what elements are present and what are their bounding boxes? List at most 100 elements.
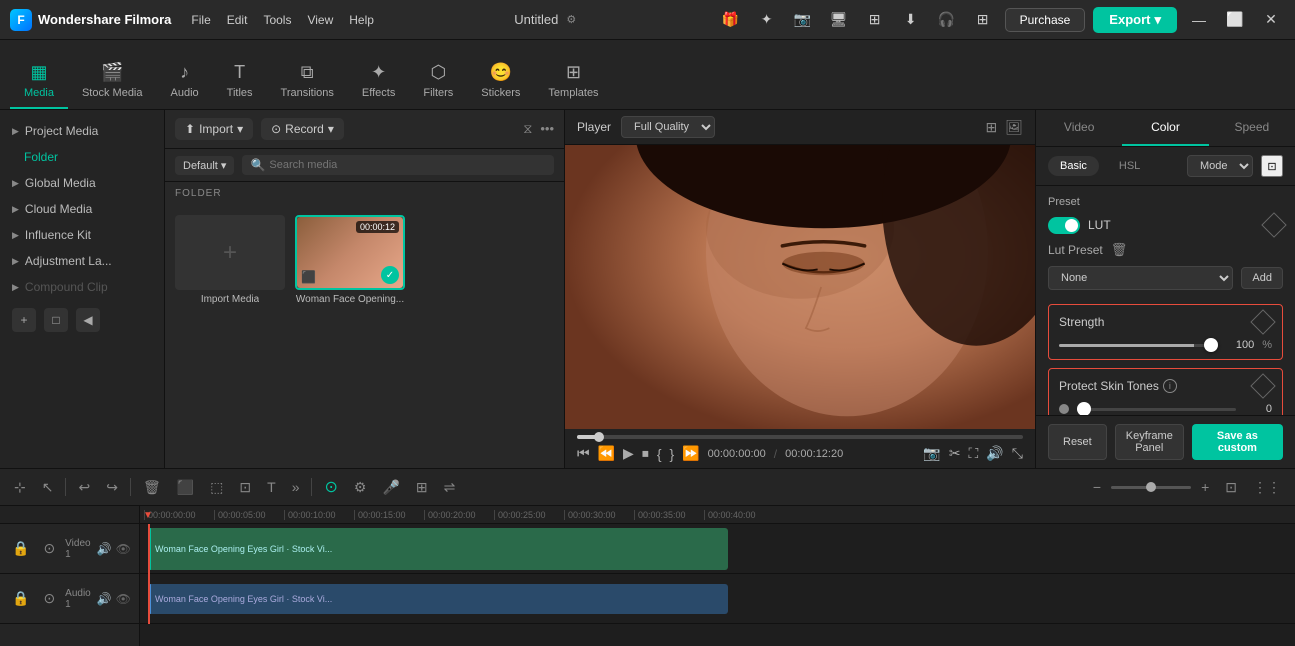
default-select[interactable]: Default ▾ (175, 156, 234, 175)
subtab-basic[interactable]: Basic (1048, 156, 1099, 176)
settings-button[interactable]: ⚙ (350, 477, 371, 498)
timeline-settings-button[interactable]: ⊡ (1221, 477, 1241, 498)
media-item-woman-face[interactable]: 00:00:12 ⬛ ✓ Woman Face Opening... (295, 215, 405, 305)
color-mode-select[interactable]: Mode (1187, 155, 1253, 177)
woman-face-thumb[interactable]: 00:00:12 ⬛ ✓ (295, 215, 405, 290)
undo-button[interactable]: ↩ (74, 477, 94, 498)
headphone-icon[interactable]: 🎧 (933, 6, 961, 34)
track-record-icon-2[interactable]: ⊙ (39, 588, 59, 609)
add-folder-button[interactable]: + (12, 308, 36, 332)
sidebar-item-folder[interactable]: Folder (0, 144, 164, 170)
volume-button[interactable]: 🔊 (986, 445, 1003, 462)
toolbar-item-transitions[interactable]: ⧉ Transitions (267, 54, 348, 109)
monitor-icon[interactable]: 🖥 (825, 6, 853, 34)
sidebar-item-adjustment[interactable]: ▶ Adjustment La... (0, 248, 164, 274)
timeline-tool-pointer[interactable]: ↖ (38, 477, 58, 498)
grid-view-icon[interactable]: ⊞ (985, 119, 997, 136)
step-back-button[interactable]: ⏪ (598, 445, 615, 462)
toolbar-item-effects[interactable]: ✦ Effects (348, 54, 409, 109)
track-record-icon[interactable]: ⊙ (39, 538, 59, 559)
toolbar-item-titles[interactable]: T Titles (213, 54, 267, 109)
filter-icon[interactable]: ⧖ (523, 121, 532, 137)
split-button[interactable]: ⬛ (173, 477, 198, 498)
step-forward-button[interactable]: ⏩ (682, 445, 699, 462)
stop-button[interactable]: ⏹ (642, 445, 649, 462)
track-lock-icon-2[interactable]: 🔒 (8, 588, 33, 609)
info-icon[interactable]: i (1163, 379, 1177, 393)
play-button[interactable]: ▶ (623, 445, 634, 462)
search-input[interactable] (269, 159, 546, 171)
voiceover-button[interactable]: 🎤 (378, 477, 403, 498)
timeline-more-button[interactable]: ⋮⋮ (1249, 477, 1285, 498)
mark-in-button[interactable]: { (657, 446, 662, 462)
zoom-out-button[interactable]: − (1089, 477, 1105, 497)
sidebar-item-influence-kit[interactable]: ▶ Influence Kit (0, 222, 164, 248)
import-button[interactable]: ⬆ Import ▾ (175, 118, 253, 140)
quality-select[interactable]: Full Quality (621, 116, 715, 138)
sidebar-item-cloud-media[interactable]: ▶ Cloud Media (0, 196, 164, 222)
gift-icon[interactable]: 🎁 (717, 6, 745, 34)
crop-button[interactable]: ⬚ (206, 477, 227, 498)
protect-keyframe-button[interactable] (1250, 373, 1275, 398)
more-icon[interactable]: ••• (540, 121, 554, 137)
lut-keyframe-button[interactable] (1261, 212, 1286, 237)
reset-button[interactable]: Reset (1048, 424, 1107, 460)
layout-icon[interactable]: ⊞ (861, 6, 889, 34)
menu-file[interactable]: File (191, 13, 210, 27)
toolbar-item-stock-media[interactable]: 🎬 Stock Media (68, 54, 157, 109)
record-button[interactable]: ⊙ Record ▾ (261, 118, 344, 140)
export-button[interactable]: Export ▾ (1093, 7, 1177, 33)
zoom-slider[interactable] (1111, 486, 1191, 489)
menu-tools[interactable]: Tools (263, 13, 291, 27)
toolbar-item-templates[interactable]: ⊞ Templates (534, 54, 612, 109)
delete-button[interactable]: 🗑 (139, 477, 165, 498)
timeline-record-button[interactable]: ⊙ (320, 475, 341, 499)
track-lock-icon[interactable]: 🔒 (8, 538, 33, 559)
fullscreen-button[interactable]: ⛶ (969, 445, 979, 462)
toolbar-item-stickers[interactable]: 😊 Stickers (467, 54, 534, 109)
color-view-toggle[interactable]: ⊡ (1261, 155, 1283, 177)
lut-preset-select[interactable]: None (1048, 266, 1233, 290)
title-settings-icon[interactable]: ⚙ (566, 13, 576, 26)
toolbar-item-media[interactable]: ▦ Media (10, 54, 68, 109)
track-audio-icon[interactable]: 🔊 (97, 542, 112, 556)
transition-button[interactable]: ⇌ (440, 477, 460, 498)
save-custom-button[interactable]: Save as custom (1192, 424, 1283, 460)
camera-icon[interactable]: 📷 (789, 6, 817, 34)
strength-keyframe-button[interactable] (1250, 309, 1275, 334)
tab-speed[interactable]: Speed (1209, 110, 1295, 146)
purchase-button[interactable]: Purchase (1005, 8, 1086, 32)
menu-edit[interactable]: Edit (227, 13, 248, 27)
keyframe-panel-button[interactable]: Keyframe Panel (1115, 424, 1184, 460)
audio-split-button[interactable]: ⊡ (235, 477, 255, 498)
track-eye-icon[interactable]: 👁 (116, 542, 131, 556)
toolbar-item-filters[interactable]: ⬡ Filters (409, 54, 467, 109)
skip-back-button[interactable]: ⏮ (577, 445, 590, 462)
progress-bar[interactable] (577, 435, 1023, 439)
video-clip-1[interactable]: Woman Face Opening Eyes Girl · Stock Vi.… (148, 528, 728, 570)
minimize-button[interactable]: — (1185, 6, 1213, 34)
magic-icon[interactable]: ✦ (753, 6, 781, 34)
lut-toggle[interactable] (1048, 217, 1080, 234)
grid-icon[interactable]: ⊞ (969, 6, 997, 34)
tab-color[interactable]: Color (1122, 110, 1208, 146)
image-view-icon[interactable]: 🖼 (1005, 119, 1023, 136)
timeline-tool-select[interactable]: ⊹ (10, 477, 30, 498)
subtab-hsl[interactable]: HSL (1107, 156, 1152, 176)
add-lut-button[interactable]: Add (1241, 267, 1283, 289)
track-eye-icon-2[interactable]: 👁 (116, 592, 131, 606)
protect-slider[interactable] (1077, 408, 1236, 411)
sidebar-item-project-media[interactable]: ▶ Project Media (0, 118, 164, 144)
toolbar-item-audio[interactable]: ♪ Audio (157, 54, 213, 109)
import-thumb[interactable]: + (175, 215, 285, 290)
audio-clip-1[interactable]: Woman Face Opening Eyes Girl · Stock Vi.… (148, 584, 728, 614)
more-tools-button[interactable]: » (288, 477, 304, 497)
strength-slider[interactable] (1059, 344, 1218, 347)
menu-view[interactable]: View (307, 13, 333, 27)
tab-video[interactable]: Video (1036, 110, 1122, 146)
zoom-in-button[interactable]: + (1197, 477, 1213, 497)
collapse-sidebar-button[interactable]: ◀ (76, 308, 100, 332)
trash-icon[interactable]: 🗑 (1111, 242, 1128, 258)
progress-handle[interactable] (594, 432, 604, 442)
menu-help[interactable]: Help (349, 13, 374, 27)
